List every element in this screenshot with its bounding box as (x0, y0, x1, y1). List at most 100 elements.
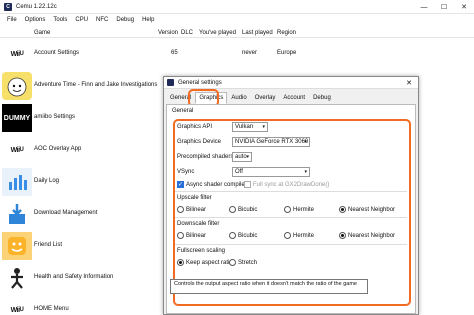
menu-help[interactable]: Help (138, 17, 158, 23)
keep-aspect-ratio-radio[interactable]: Keep aspect ratio (177, 259, 233, 266)
shaders-label: Precompiled shaders (177, 154, 234, 160)
title-bar: C Cemu 1.22.12c — ☐ ✕ (0, 0, 474, 14)
graphics-api-label: Graphics API (177, 124, 213, 130)
radio-label: Bilinear (186, 206, 207, 213)
game-title: Account Settings (34, 50, 80, 56)
vsync-select[interactable]: Off ▾ (232, 167, 310, 177)
game-title: HOME Menu (34, 306, 69, 312)
radio-label: Hermite (293, 232, 315, 239)
table-row[interactable]: Wii U Account Settings 65 never Europe (0, 38, 474, 70)
downscale-bilinear-radio[interactable]: Bilinear (177, 232, 206, 239)
upscale-bicubic-radio[interactable]: Bicubic (229, 206, 257, 213)
graphics-device-label: Graphics Device (177, 139, 222, 145)
radio-label: Bilinear (186, 232, 207, 239)
tab-debug[interactable]: Debug (309, 92, 335, 104)
game-version: 65 (171, 50, 178, 56)
upscale-bilinear-radio[interactable]: Bilinear (177, 206, 206, 213)
chevron-down-icon: ▾ (304, 139, 307, 145)
downscale-nearest-radio[interactable]: Nearest Neighbor (339, 232, 395, 239)
radio-label: Nearest Neighbor (348, 206, 396, 213)
general-group-label: General (172, 108, 194, 114)
downscale-bicubic-radio[interactable]: Bicubic (229, 232, 257, 239)
chevron-down-icon: ▾ (262, 124, 265, 130)
wiiu-logo-icon: Wii U (10, 146, 24, 154)
radio-icon (229, 206, 236, 213)
aspect-ratio-tooltip: Controls the output aspect ratio when it… (170, 279, 368, 294)
adventure-time-icon (2, 72, 32, 100)
chevron-down-icon: ▾ (246, 154, 249, 160)
downscale-group-label: Downscale filter (177, 221, 220, 227)
game-title: Friend List (34, 242, 63, 248)
graphics-device-value: NVIDIA GeForce RTX 3060 (235, 139, 309, 145)
menu-nfc[interactable]: NFC (92, 17, 112, 23)
vsync-label: VSync (177, 169, 195, 175)
wiiu-logo-icon: Wii U (10, 306, 24, 314)
divider (175, 191, 407, 192)
menu-file[interactable]: File (3, 17, 21, 23)
stretch-radio[interactable]: Stretch (229, 259, 257, 266)
chevron-down-icon: ▾ (304, 169, 307, 175)
menu-tools[interactable]: Tools (49, 17, 71, 23)
async-shader-checkbox[interactable]: ✓ Async shader compile (177, 181, 245, 188)
column-dlc[interactable]: DLC (181, 30, 193, 36)
dialog-close-button[interactable]: ✕ (402, 77, 416, 89)
health-safety-icon (2, 264, 32, 292)
vsync-value: Off (235, 169, 243, 175)
radio-selected-icon (339, 206, 346, 213)
radio-selected-icon (177, 259, 184, 266)
game-region: Europe (277, 50, 297, 56)
column-region[interactable]: Region (277, 30, 296, 36)
dialog-title: General settings (178, 79, 222, 86)
game-title: AOC Overlay App (34, 146, 82, 152)
menu-bar: File Options Tools CPU NFC Debug Help (0, 14, 474, 26)
game-title: Adventure Time - Finn and Jake Investiga… (34, 82, 158, 88)
column-last-played[interactable]: Last played (242, 30, 273, 36)
radio-selected-icon (339, 232, 346, 239)
column-game[interactable]: Game (34, 30, 50, 36)
divider (175, 217, 407, 218)
radio-label: Bicubic (238, 232, 258, 239)
game-title: amiibo Settings (34, 114, 76, 120)
radio-icon (177, 206, 184, 213)
column-played[interactable]: You've played (199, 30, 236, 36)
radio-label: Hermite (293, 206, 315, 213)
async-shader-label: Async shader compile (186, 181, 245, 188)
menu-debug[interactable]: Debug (112, 17, 138, 23)
window-controls: — ☐ ✕ (414, 0, 474, 14)
upscale-nearest-radio[interactable]: Nearest Neighbor (339, 206, 395, 213)
friend-list-icon (2, 232, 32, 260)
column-version[interactable]: Version (158, 30, 178, 36)
minimize-button[interactable]: — (414, 0, 434, 14)
radio-label: Nearest Neighbor (348, 232, 396, 239)
downscale-hermite-radio[interactable]: Hermite (284, 232, 314, 239)
daily-log-icon (2, 168, 32, 196)
tab-overlay[interactable]: Overlay (251, 92, 280, 104)
graphics-api-select[interactable]: Vulkan ▾ (232, 122, 268, 132)
game-list-header: Game Version DLC You've played Last play… (0, 28, 474, 38)
game-title: Health and Safety Information (34, 274, 114, 280)
dialog-title-bar: General settings ✕ (164, 77, 418, 89)
full-sync-label: Full sync at GX2DrawDone() (253, 181, 330, 188)
menu-cpu[interactable]: CPU (71, 17, 92, 23)
dummy-icon: DUMMY (2, 104, 32, 132)
menu-options[interactable]: Options (21, 17, 50, 23)
maximize-button[interactable]: ☐ (434, 0, 454, 14)
wiiu-logo-icon: Wii U (10, 50, 24, 58)
download-icon (2, 200, 32, 228)
tab-account[interactable]: Account (279, 92, 309, 104)
divider (175, 244, 407, 245)
tab-audio[interactable]: Audio (227, 92, 250, 104)
radio-icon (229, 232, 236, 239)
cemu-app-icon (167, 79, 174, 86)
radio-icon (284, 232, 291, 239)
upscale-hermite-radio[interactable]: Hermite (284, 206, 314, 213)
radio-icon (177, 232, 184, 239)
shaders-select[interactable]: auto ▾ (232, 152, 252, 162)
full-sync-checkbox[interactable]: Full sync at GX2DrawDone() (244, 181, 329, 188)
close-button[interactable]: ✕ (454, 0, 474, 14)
upscale-group-label: Upscale filter (177, 195, 212, 201)
graphics-device-select[interactable]: NVIDIA GeForce RTX 3060 ▾ (232, 137, 310, 147)
cemu-app-icon: C (4, 2, 12, 11)
fullscreen-group-label: Fullscreen scaling (177, 248, 226, 254)
radio-icon (284, 206, 291, 213)
